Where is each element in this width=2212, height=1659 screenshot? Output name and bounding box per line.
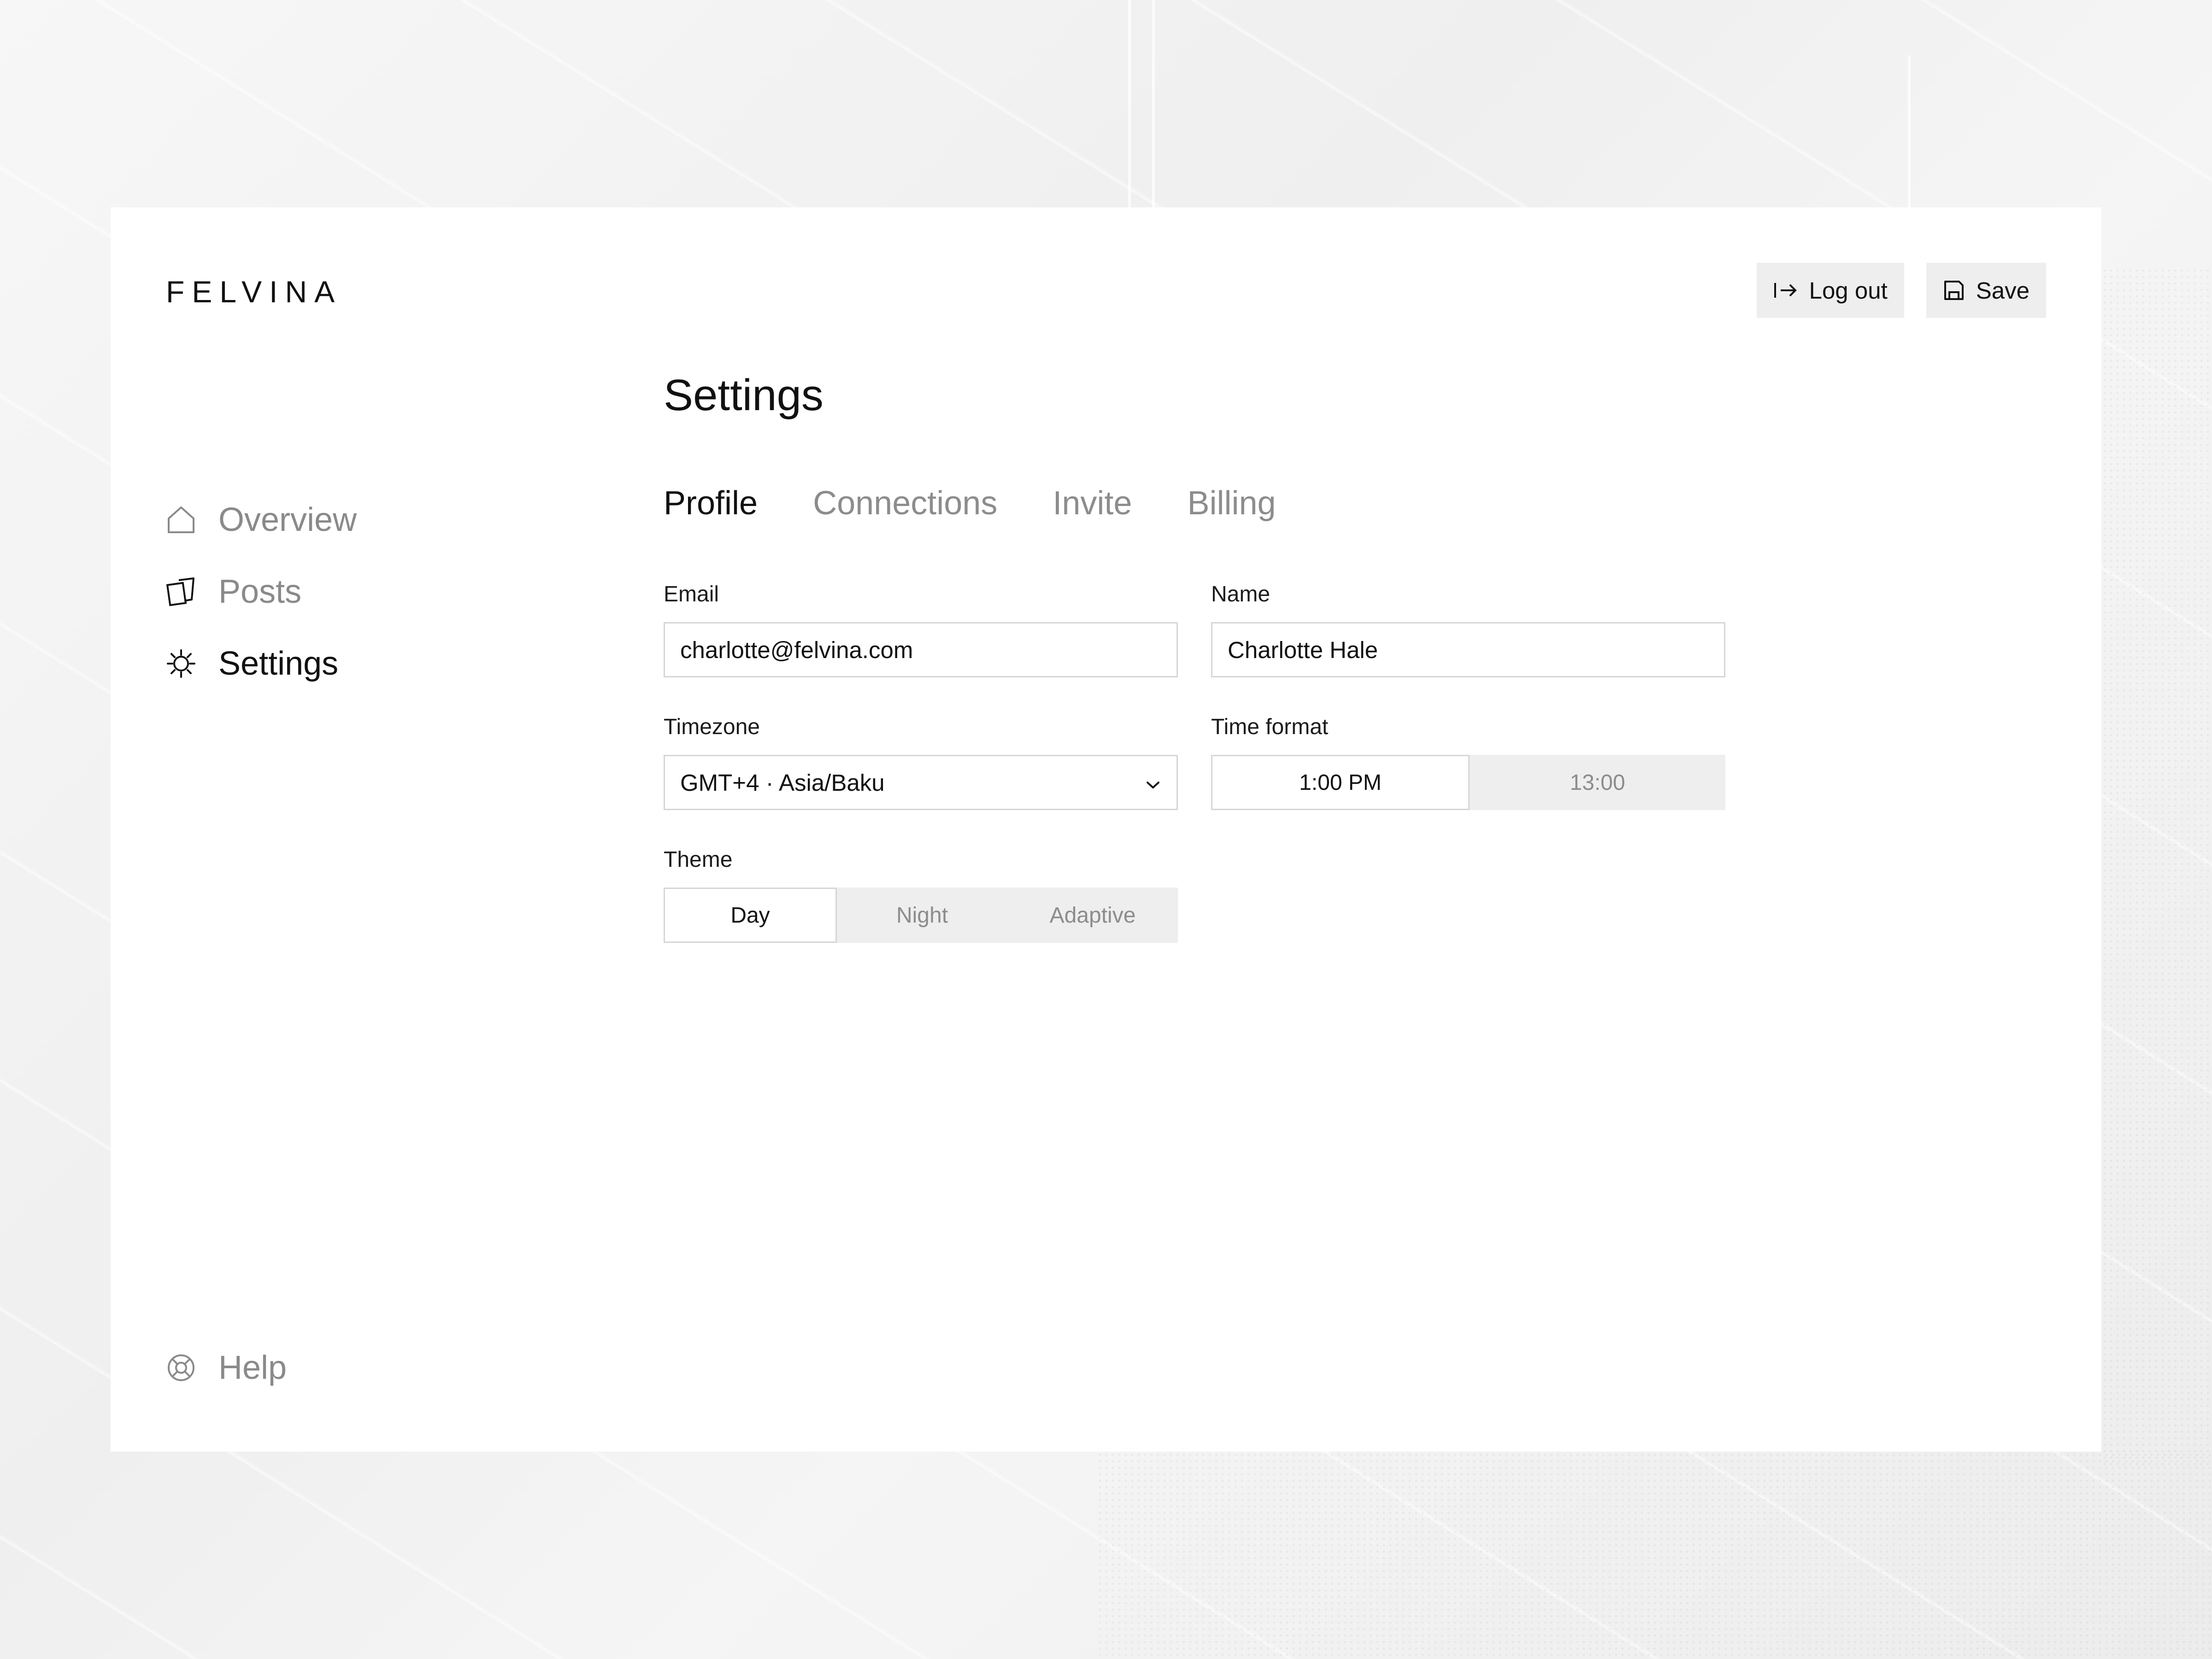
tab-invite[interactable]: Invite	[1053, 487, 1132, 520]
help-nav: Help	[166, 1332, 287, 1404]
logout-icon	[1773, 279, 1798, 301]
background-stripe	[1908, 55, 1911, 207]
cards-icon	[166, 577, 196, 607]
name-label: Name	[1211, 582, 1271, 606]
sidebar-item-posts[interactable]: Posts	[166, 556, 357, 628]
logout-label: Log out	[1809, 277, 1888, 304]
theme-label: Theme	[664, 847, 733, 872]
sidebar-item-label: Settings	[218, 645, 339, 682]
background-dot-pattern	[2101, 267, 2212, 1465]
page-title: Settings	[664, 371, 824, 420]
time-format-toggle: 1:00 PM 13:00	[1211, 755, 1725, 810]
email-group: Email charlotte@felvina.com	[664, 583, 1178, 677]
time-format-label: Time format	[1211, 715, 1329, 739]
settings-main: Settings Profile Connections Invite Bill…	[664, 371, 1725, 998]
background-stripe	[1152, 0, 1155, 207]
theme-toggle: Day Night Adaptive	[664, 888, 1178, 943]
gear-icon	[166, 648, 196, 679]
home-icon	[166, 505, 196, 535]
theme-day-option[interactable]: Day	[664, 888, 837, 943]
timezone-label: Timezone	[664, 715, 760, 739]
time-format-24h-option[interactable]: 13:00	[1470, 755, 1725, 810]
time-format-12h-option[interactable]: 1:00 PM	[1211, 755, 1470, 810]
save-label: Save	[1976, 277, 2030, 304]
profile-form: Email charlotte@felvina.com Name Charlot…	[664, 583, 1725, 998]
tab-billing[interactable]: Billing	[1187, 487, 1276, 520]
email-label: Email	[664, 582, 719, 606]
theme-group: Theme Day Night Adaptive	[664, 849, 1178, 943]
help-label: Help	[218, 1349, 287, 1386]
background-stripe	[1128, 0, 1131, 212]
header-actions: Log out Save	[1756, 263, 2046, 318]
tab-profile[interactable]: Profile	[664, 487, 758, 520]
name-group: Name Charlotte Hale	[1211, 583, 1725, 677]
settings-window: FELVINA Log out Save Overview Posts Sett…	[111, 207, 2101, 1452]
time-format-group: Time format 1:00 PM 13:00	[1211, 716, 1725, 810]
theme-night-option[interactable]: Night	[837, 888, 1007, 943]
settings-tabs: Profile Connections Invite Billing	[664, 487, 1724, 520]
email-field[interactable]: charlotte@felvina.com	[664, 622, 1178, 677]
background-dot-pattern	[1097, 1452, 2212, 1659]
chevron-down-icon	[1145, 769, 1161, 796]
sidebar-item-label: Overview	[218, 501, 357, 538]
floppy-disk-icon	[1943, 279, 1965, 301]
tab-connections[interactable]: Connections	[813, 487, 997, 520]
lifebuoy-icon	[166, 1353, 196, 1383]
timezone-group: Timezone GMT+4 · Asia/Baku	[664, 716, 1178, 810]
timezone-value: GMT+4 · Asia/Baku	[680, 769, 885, 796]
sidebar-item-help[interactable]: Help	[166, 1332, 287, 1404]
logout-button[interactable]: Log out	[1756, 263, 1904, 318]
sidebar-item-overview[interactable]: Overview	[166, 484, 357, 556]
sidebar-item-settings[interactable]: Settings	[166, 628, 357, 700]
name-field[interactable]: Charlotte Hale	[1211, 622, 1725, 677]
sidebar-nav: Overview Posts Settings	[166, 484, 357, 700]
sidebar-item-label: Posts	[218, 573, 302, 610]
theme-adaptive-option[interactable]: Adaptive	[1007, 888, 1178, 943]
timezone-select[interactable]: GMT+4 · Asia/Baku	[664, 755, 1178, 810]
brand-logo: FELVINA	[166, 275, 342, 309]
save-button[interactable]: Save	[1926, 263, 2046, 318]
